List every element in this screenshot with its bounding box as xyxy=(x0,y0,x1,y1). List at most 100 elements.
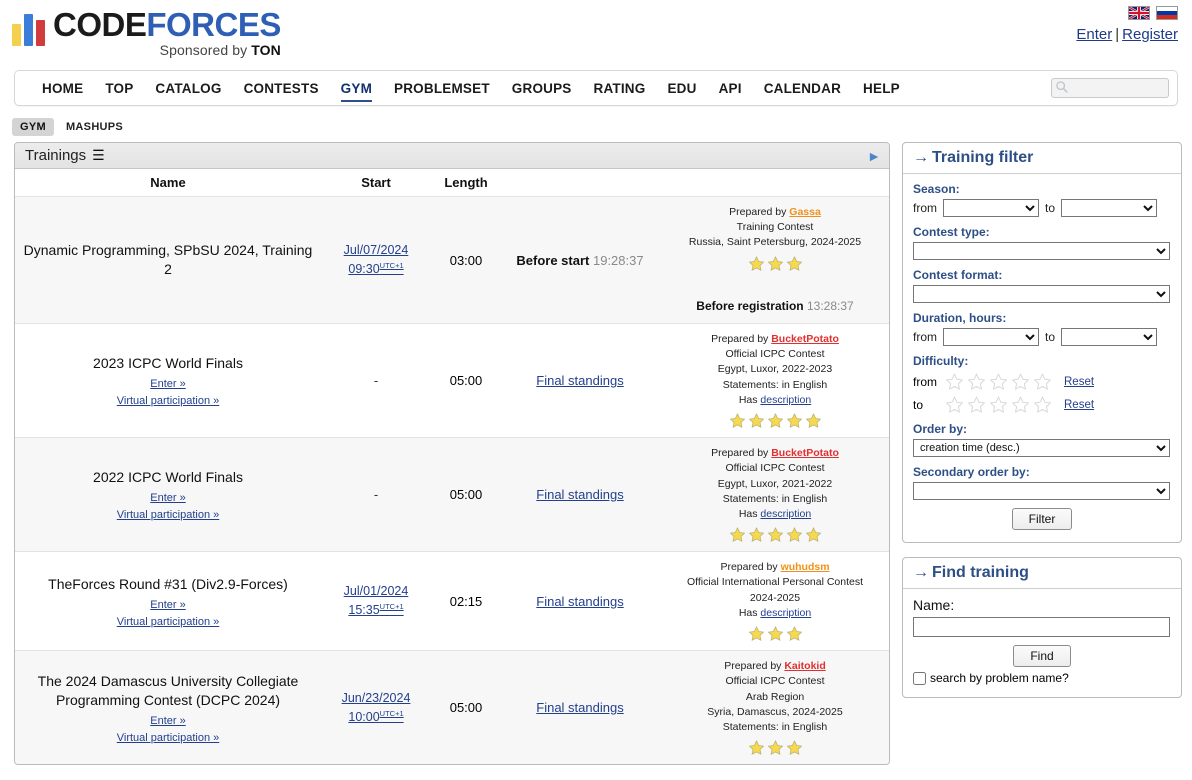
author-link[interactable]: Gassa xyxy=(789,206,821,218)
virtual-participation-link[interactable]: Virtual participation » xyxy=(117,509,220,521)
register-link[interactable]: Register xyxy=(1122,26,1178,43)
difficulty-from-stars[interactable] xyxy=(945,372,1052,391)
training-length: 05:00 xyxy=(449,700,483,716)
subtab-mashups[interactable]: MASHUPS xyxy=(58,118,131,136)
secondary-order-label: Secondary order by: xyxy=(913,465,1030,479)
search-by-problem-row: search by problem name? xyxy=(913,671,1171,685)
nav-item-rating[interactable]: RATING xyxy=(583,75,657,102)
search-by-problem-label: search by problem name? xyxy=(930,671,1069,685)
training-info: Prepared by Kaitokid Official ICPC Contes… xyxy=(665,659,885,756)
search-icon xyxy=(1055,80,1069,97)
info-line: Official ICPC Contest xyxy=(725,348,825,361)
trainings-caption-bar: Trainings ☰ ► xyxy=(15,143,889,169)
virtual-participation-link[interactable]: Virtual participation » xyxy=(117,732,220,744)
contest-type-select[interactable] xyxy=(913,242,1170,260)
description-link[interactable]: description xyxy=(760,394,811,406)
table-row: TheForces Round #31 (Div2.9-Forces) Enter… xyxy=(15,551,889,651)
description-line: Has description xyxy=(738,508,812,521)
difficulty-to-reset[interactable]: Reset xyxy=(1064,399,1094,411)
info-line: Training Contest xyxy=(736,221,814,234)
final-standings-link[interactable]: Final standings xyxy=(536,594,623,609)
duration-from-select[interactable] xyxy=(943,328,1039,346)
info-line: Official ICPC Contest xyxy=(725,462,825,475)
contest-type-label: Contest type: xyxy=(913,225,990,239)
difficulty-to-row: to Reset xyxy=(913,395,1171,414)
author-link[interactable]: Kaitokid xyxy=(784,660,825,672)
final-standings-link[interactable]: Final standings xyxy=(536,487,623,502)
enter-link[interactable]: Enter » xyxy=(150,715,185,727)
cell-info: Prepared by wuhudsm Official Internationa… xyxy=(659,551,889,651)
info-line: Statements: in English xyxy=(722,378,828,391)
russia-flag-icon[interactable] xyxy=(1156,6,1178,20)
logo-forces-text: FORCES xyxy=(146,6,281,43)
duration-to-select[interactable] xyxy=(1061,328,1158,346)
main-navigation: HOME TOP CATALOG CONTESTS GYM PROBLEMSET… xyxy=(14,70,1178,106)
enter-link[interactable]: Enter » xyxy=(150,599,185,611)
training-length: 05:00 xyxy=(449,487,483,503)
before-start-label: Before start xyxy=(516,252,590,268)
training-length: 05:00 xyxy=(449,373,483,389)
trainings-caption: Trainings ☰ xyxy=(25,147,105,164)
nav-item-gym[interactable]: GYM xyxy=(330,75,383,102)
nav-item-home[interactable]: HOME xyxy=(31,75,94,102)
nav-item-help[interactable]: HELP xyxy=(852,75,911,102)
find-button[interactable]: Find xyxy=(1013,645,1071,667)
info-line: Syria, Damascus, 2024-2025 xyxy=(707,705,843,718)
before-registration-line: Before registration 13:28:37 xyxy=(665,298,885,315)
nav-item-top[interactable]: TOP xyxy=(94,75,144,102)
search-input[interactable] xyxy=(1069,80,1159,96)
cell-start: Jul/01/2024 15:35UTC+1 xyxy=(321,551,431,651)
difficulty-stars xyxy=(665,412,885,429)
before-registration-label: Before registration xyxy=(696,298,804,313)
start-datetime-link[interactable]: Jul/07/2024 09:30UTC+1 xyxy=(344,243,409,276)
list-icon[interactable]: ☰ xyxy=(92,147,105,164)
info-line: Statements: in English xyxy=(722,720,828,733)
nav-item-edu[interactable]: EDU xyxy=(656,75,707,102)
duration-to-label: to xyxy=(1045,330,1056,344)
contest-format-select[interactable] xyxy=(913,285,1170,303)
nav-item-calendar[interactable]: CALENDAR xyxy=(753,75,852,102)
search-by-problem-checkbox[interactable] xyxy=(913,671,926,685)
codeforces-logo[interactable]: CODEFORCES Sponsored by TON xyxy=(12,8,281,57)
season-to-select[interactable] xyxy=(1061,199,1158,217)
prepared-by-line: Prepared by BucketPotato xyxy=(665,446,885,461)
find-name-input[interactable] xyxy=(913,617,1170,637)
prepared-by-label: Prepared by xyxy=(724,660,782,673)
author-link[interactable]: wuhudsm xyxy=(781,561,830,573)
cell-info: Prepared by BucketPotato Official ICPC Co… xyxy=(659,437,889,552)
nav-item-api[interactable]: API xyxy=(708,75,753,102)
order-by-label: Order by: xyxy=(913,422,968,436)
enter-link[interactable]: Enter » xyxy=(150,492,185,504)
filter-button[interactable]: Filter xyxy=(1011,508,1073,530)
nav-item-groups[interactable]: GROUPS xyxy=(501,75,583,102)
start-datetime-link[interactable]: Jun/23/2024 10:00UTC+1 xyxy=(342,691,411,724)
description-link[interactable]: description xyxy=(760,607,811,619)
before-registration-countdown: 13:28:37 xyxy=(806,298,854,313)
subtab-gym[interactable]: GYM xyxy=(12,118,54,136)
secondary-order-select[interactable] xyxy=(913,482,1170,500)
prepared-by-line: Prepared by wuhudsm xyxy=(665,560,885,575)
united-kingdom-flag-icon[interactable] xyxy=(1128,5,1150,21)
search-box[interactable] xyxy=(1051,78,1169,98)
play-right-icon[interactable]: ► xyxy=(867,149,881,163)
enter-link[interactable]: Enter xyxy=(1076,26,1112,43)
page-root: CODEFORCES Sponsored by TON Enter | Regi… xyxy=(0,0,1192,780)
difficulty-from-reset[interactable]: Reset xyxy=(1064,376,1094,388)
season-from-select[interactable] xyxy=(943,199,1039,217)
nav-item-contests[interactable]: CONTESTS xyxy=(233,75,330,102)
nav-item-catalog[interactable]: CATALOG xyxy=(144,75,232,102)
sidebar-column: → Training filter Season: from to Contest… xyxy=(902,142,1182,712)
description-link[interactable]: description xyxy=(760,508,811,520)
order-by-select[interactable]: creation time (desc.) xyxy=(913,439,1170,457)
virtual-participation-link[interactable]: Virtual participation » xyxy=(117,395,220,407)
nav-item-problemset[interactable]: PROBLEMSET xyxy=(383,75,501,102)
enter-link[interactable]: Enter » xyxy=(150,378,185,390)
author-link[interactable]: BucketPotato xyxy=(771,333,839,345)
author-link[interactable]: BucketPotato xyxy=(771,447,839,459)
final-standings-link[interactable]: Final standings xyxy=(536,700,623,715)
start-datetime-link[interactable]: Jul/01/2024 15:35UTC+1 xyxy=(344,584,409,617)
final-standings-link[interactable]: Final standings xyxy=(536,373,623,388)
virtual-participation-link[interactable]: Virtual participation » xyxy=(117,616,220,628)
difficulty-to-label: to xyxy=(913,397,924,412)
difficulty-to-stars[interactable] xyxy=(945,395,1052,414)
